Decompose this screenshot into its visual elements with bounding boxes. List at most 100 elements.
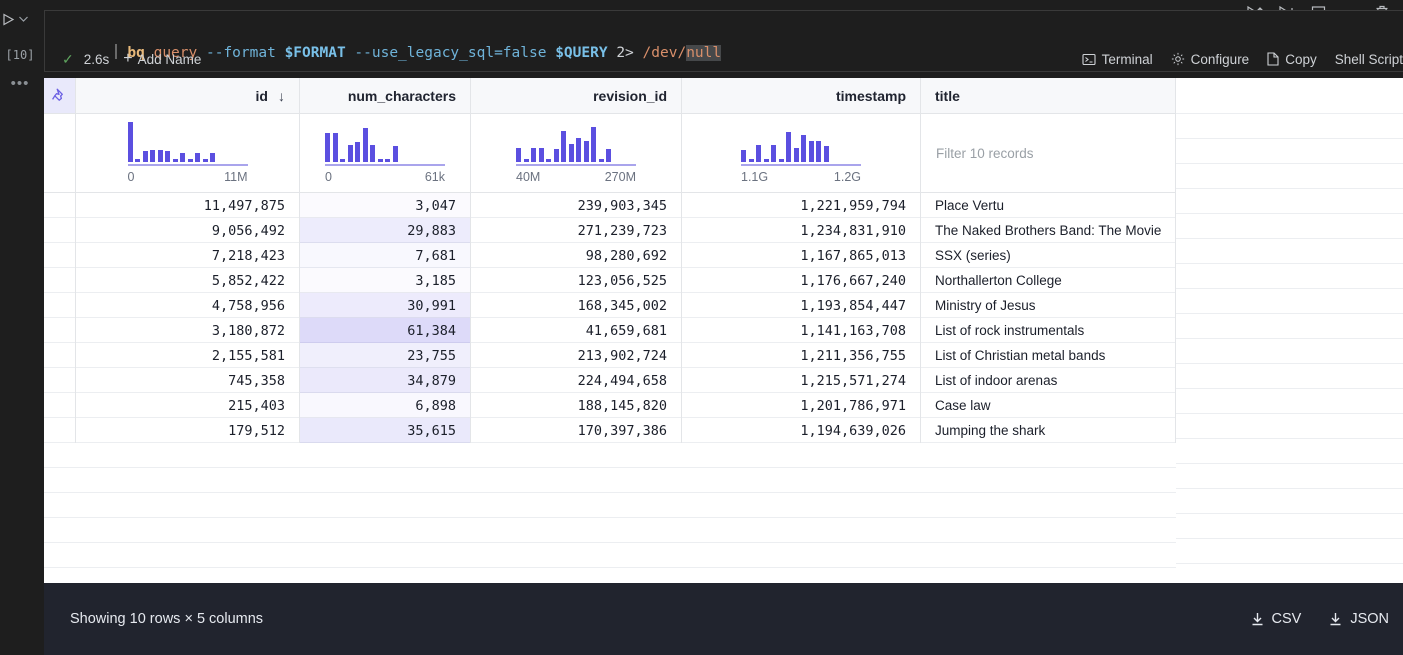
cell-id[interactable]: 9,056,492 bbox=[76, 218, 300, 243]
overflow-row bbox=[1176, 414, 1403, 439]
execution-count: [10] bbox=[5, 48, 35, 62]
cell-revision_id[interactable]: 224,494,658 bbox=[471, 368, 682, 393]
overflow-row bbox=[1176, 539, 1403, 564]
cell-revision_id[interactable]: 98,280,692 bbox=[471, 243, 682, 268]
histogram-axis bbox=[741, 164, 861, 166]
cell-revision_id[interactable]: 123,056,525 bbox=[471, 268, 682, 293]
cell-id[interactable]: 179,512 bbox=[76, 418, 300, 443]
column-header-id[interactable]: id ↓ bbox=[76, 78, 300, 114]
cell-id[interactable]: 2,155,581 bbox=[76, 343, 300, 368]
histogram-bars bbox=[127, 122, 248, 163]
cell-timestamp[interactable]: 1,221,959,794 bbox=[682, 193, 921, 218]
column-histogram-revision_id[interactable]: 40M 270M bbox=[471, 114, 682, 192]
cell-timestamp[interactable]: 1,167,865,013 bbox=[682, 243, 921, 268]
table-row[interactable]: 215,403 6,898 188,145,820 1,201,786,971 Case… bbox=[44, 393, 1176, 418]
column-header-title[interactable]: title bbox=[921, 78, 1176, 114]
run-cell-button[interactable] bbox=[2, 10, 36, 28]
cell-title[interactable]: Northallerton College bbox=[921, 268, 1176, 293]
cell-num_characters[interactable]: 23,755 bbox=[300, 343, 471, 368]
cell-title[interactable]: List of Christian metal bands bbox=[921, 343, 1176, 368]
column-header-label: title bbox=[935, 88, 960, 104]
pin-icon bbox=[52, 88, 63, 101]
shell-script-label[interactable]: Shell Script bbox=[1335, 52, 1403, 67]
cell-num_characters[interactable]: 35,615 bbox=[300, 418, 471, 443]
cell-timestamp[interactable]: 1,176,667,240 bbox=[682, 268, 921, 293]
column-header-timestamp[interactable]: timestamp bbox=[682, 78, 921, 114]
cell-id[interactable]: 4,758,956 bbox=[76, 293, 300, 318]
cell-revision_id[interactable]: 213,902,724 bbox=[471, 343, 682, 368]
cell-timestamp[interactable]: 1,215,571,274 bbox=[682, 368, 921, 393]
cell-title[interactable]: Jumping the shark bbox=[921, 418, 1176, 443]
cell-revision_id[interactable]: 168,345,002 bbox=[471, 293, 682, 318]
cell-num_characters[interactable]: 6,898 bbox=[300, 393, 471, 418]
cell-num_characters[interactable]: 7,681 bbox=[300, 243, 471, 268]
cell-num_characters[interactable]: 3,047 bbox=[300, 193, 471, 218]
terminal-button[interactable]: Terminal bbox=[1082, 52, 1153, 67]
cell-title[interactable]: Place Vertu bbox=[921, 193, 1176, 218]
table-row[interactable]: 179,512 35,615 170,397,386 1,194,639,026 Jum… bbox=[44, 418, 1176, 443]
table-row[interactable]: 7,218,423 7,681 98,280,692 1,167,865,013 SSX… bbox=[44, 243, 1176, 268]
cell-id[interactable]: 7,218,423 bbox=[76, 243, 300, 268]
cell-title[interactable]: The Naked Brothers Band: The Movie bbox=[921, 218, 1176, 243]
column-histogram-timestamp[interactable]: 1.1G 1.2G bbox=[682, 114, 921, 192]
sort-descending-icon[interactable]: ↓ bbox=[278, 88, 285, 104]
cell-id[interactable]: 5,852,422 bbox=[76, 268, 300, 293]
row-pin-spacer bbox=[44, 293, 76, 318]
configure-label: Configure bbox=[1190, 51, 1250, 67]
column-header-num_characters[interactable]: num_characters bbox=[300, 78, 471, 114]
table-row[interactable]: 2,155,581 23,755 213,902,724 1,211,356,755 L… bbox=[44, 343, 1176, 368]
csv-label: CSV bbox=[1271, 611, 1302, 627]
cell-menu-icon[interactable]: ••• bbox=[2, 76, 38, 91]
cell-title[interactable]: SSX (series) bbox=[921, 243, 1176, 268]
filter-input-title[interactable]: Filter 10 records bbox=[921, 114, 1176, 192]
cell-title[interactable]: List of rock instrumentals bbox=[921, 318, 1176, 343]
cell-title[interactable]: Ministry of Jesus bbox=[921, 293, 1176, 318]
cell-timestamp[interactable]: 1,141,163,708 bbox=[682, 318, 921, 343]
table-row[interactable]: 3,180,872 61,384 41,659,681 1,141,163,708 Li… bbox=[44, 318, 1176, 343]
summary-pin-spacer bbox=[44, 114, 76, 192]
cell-title[interactable]: List of indoor arenas bbox=[921, 368, 1176, 393]
column-header-label: revision_id bbox=[593, 88, 667, 104]
cell-num_characters[interactable]: 3,185 bbox=[300, 268, 471, 293]
download-actions: CSV JSON bbox=[1251, 611, 1403, 627]
cell-num_characters[interactable]: 30,991 bbox=[300, 293, 471, 318]
cell-revision_id[interactable]: 41,659,681 bbox=[471, 318, 682, 343]
table-row[interactable]: 745,358 34,879 224,494,658 1,215,571,274 Lis… bbox=[44, 368, 1176, 393]
cell-id[interactable]: 745,358 bbox=[76, 368, 300, 393]
cell-num_characters[interactable]: 34,879 bbox=[300, 368, 471, 393]
cell-id[interactable]: 215,403 bbox=[76, 393, 300, 418]
row-pin-spacer bbox=[44, 418, 76, 443]
overflow-row bbox=[1176, 114, 1403, 139]
cell-revision_id[interactable]: 170,397,386 bbox=[471, 418, 682, 443]
table-row[interactable]: 5,852,422 3,185 123,056,525 1,176,667,240 No… bbox=[44, 268, 1176, 293]
configure-button[interactable]: Configure bbox=[1171, 51, 1250, 67]
cell-timestamp[interactable]: 1,193,854,447 bbox=[682, 293, 921, 318]
table-row[interactable]: 11,497,875 3,047 239,903,345 1,221,959,794 P… bbox=[44, 193, 1176, 218]
column-header-revision_id[interactable]: revision_id bbox=[471, 78, 682, 114]
cell-num_characters[interactable]: 29,883 bbox=[300, 218, 471, 243]
cell-num_characters[interactable]: 61,384 bbox=[300, 318, 471, 343]
cell-timestamp[interactable]: 1,211,356,755 bbox=[682, 343, 921, 368]
cell-id[interactable]: 3,180,872 bbox=[76, 318, 300, 343]
column-histogram-id[interactable]: 0 11M bbox=[76, 114, 300, 192]
cell-revision_id[interactable]: 271,239,723 bbox=[471, 218, 682, 243]
overflow-row bbox=[1176, 339, 1403, 364]
column-histogram-num_characters[interactable]: 0 61k bbox=[300, 114, 471, 192]
pin-column-button[interactable] bbox=[44, 78, 76, 113]
cell-title[interactable]: Case law bbox=[921, 393, 1176, 418]
copy-button[interactable]: Copy bbox=[1267, 52, 1317, 67]
cell-revision_id[interactable]: 188,145,820 bbox=[471, 393, 682, 418]
cell-timestamp[interactable]: 1,234,831,910 bbox=[682, 218, 921, 243]
table-row[interactable]: 4,758,956 30,991 168,345,002 1,193,854,447 M… bbox=[44, 293, 1176, 318]
histogram-axis-labels: 0 61k bbox=[325, 170, 445, 184]
cell-timestamp[interactable]: 1,194,639,026 bbox=[682, 418, 921, 443]
download-json-button[interactable]: JSON bbox=[1329, 611, 1389, 627]
table-row[interactable]: 9,056,492 29,883 271,239,723 1,234,831,910 T… bbox=[44, 218, 1176, 243]
overflow-row bbox=[1176, 439, 1403, 464]
cell-revision_id[interactable]: 239,903,345 bbox=[471, 193, 682, 218]
cell-id[interactable]: 11,497,875 bbox=[76, 193, 300, 218]
download-csv-button[interactable]: CSV bbox=[1251, 611, 1302, 627]
terminal-label: Terminal bbox=[1101, 51, 1153, 67]
add-name-button[interactable]: + Add Name bbox=[123, 51, 201, 67]
cell-timestamp[interactable]: 1,201,786,971 bbox=[682, 393, 921, 418]
